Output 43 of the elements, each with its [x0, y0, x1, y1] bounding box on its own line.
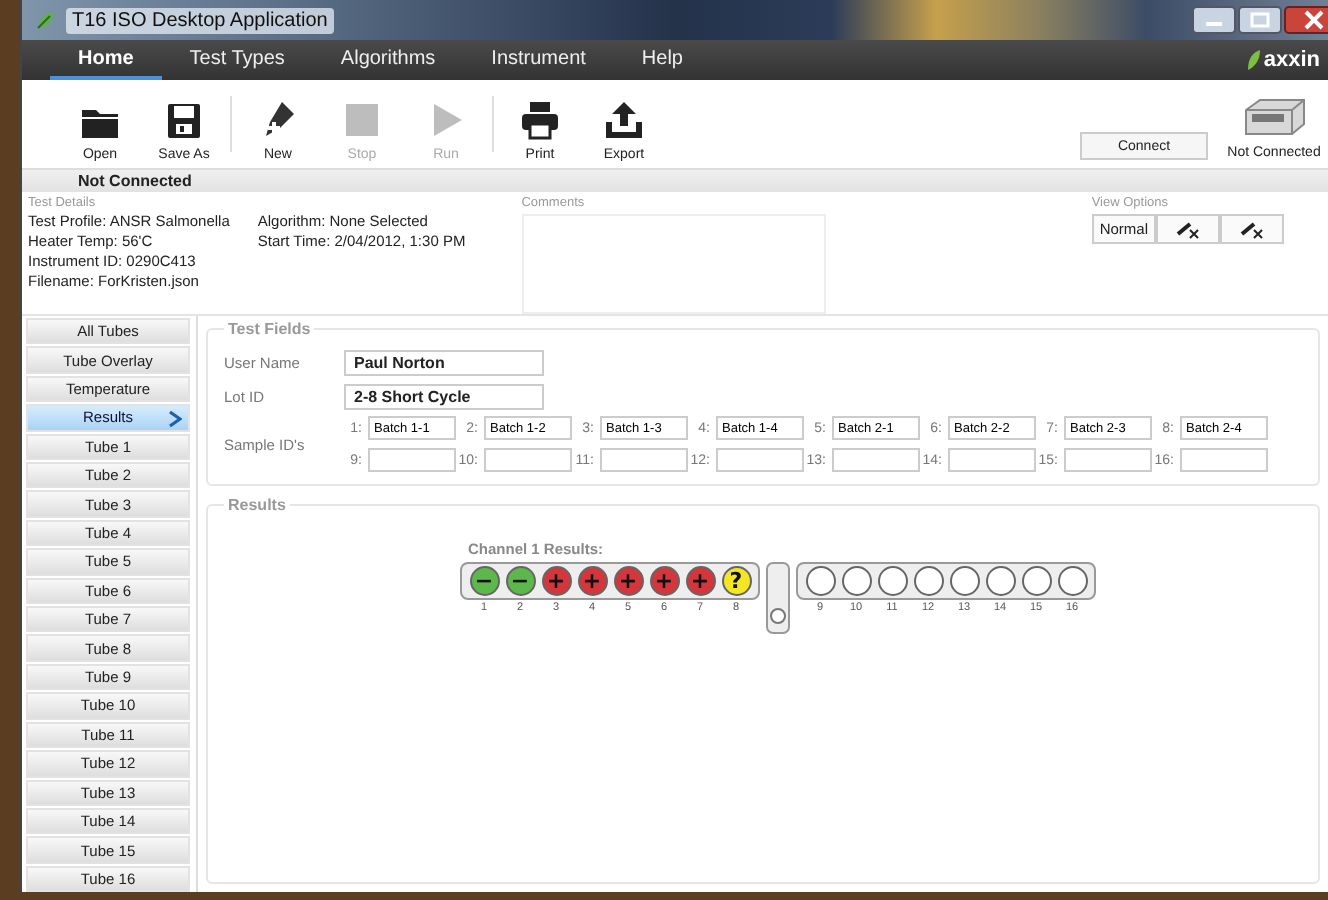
minimize-button[interactable] — [1192, 6, 1236, 34]
upload-icon — [602, 98, 646, 142]
close-button[interactable] — [1284, 6, 1328, 34]
sample-id-field[interactable] — [1064, 448, 1152, 472]
result-dot: + — [613, 566, 643, 596]
sample-id-field[interactable] — [948, 448, 1036, 472]
sample-id-field[interactable] — [484, 448, 572, 472]
printer-icon — [518, 98, 562, 142]
leaf-icon — [1245, 48, 1262, 72]
logo-text: axxin — [1263, 48, 1320, 72]
chevron-icon — [168, 410, 182, 429]
instrument-icon — [1240, 94, 1308, 138]
view-button[interactable] — [1220, 214, 1284, 244]
leaf-icon — [34, 8, 58, 32]
text-field[interactable]: Paul Norton — [344, 350, 544, 376]
sample-id-field[interactable] — [716, 448, 804, 472]
result-dot: + — [577, 566, 607, 596]
result-dot: − — [469, 566, 499, 596]
result-dot: + — [649, 566, 679, 596]
square-icon — [340, 98, 384, 142]
maximize-button[interactable] — [1238, 6, 1282, 34]
section-heading: Test Fields — [226, 320, 313, 338]
result-dot: ? — [721, 566, 751, 596]
menu-tab[interactable]: Instrument — [463, 40, 614, 80]
result-dot: − — [505, 566, 535, 596]
pencil-x-icon — [1176, 219, 1200, 239]
result-dot: + — [541, 566, 571, 596]
menu-tab[interactable]: Help — [613, 40, 711, 80]
sample-id-field[interactable] — [832, 448, 920, 472]
sample-id-field[interactable] — [368, 448, 456, 472]
result-dot: + — [685, 566, 715, 596]
window-title: T16 ISO Desktop Application — [66, 7, 334, 33]
comments-field[interactable] — [521, 214, 826, 314]
view-button[interactable] — [1156, 214, 1220, 244]
section-heading: Results — [226, 496, 288, 514]
menu-tab[interactable]: Test Types — [161, 40, 313, 80]
sample-id-field[interactable] — [1180, 448, 1268, 472]
sample-id-field[interactable] — [600, 448, 688, 472]
pencil-x-icon — [1240, 219, 1264, 239]
menu-tab[interactable]: Algorithms — [312, 40, 464, 80]
strip-handle-icon[interactable] — [766, 562, 790, 634]
status-text: Not Connected — [78, 172, 192, 190]
text-field[interactable]: 2-8 Short Cycle — [344, 384, 544, 410]
